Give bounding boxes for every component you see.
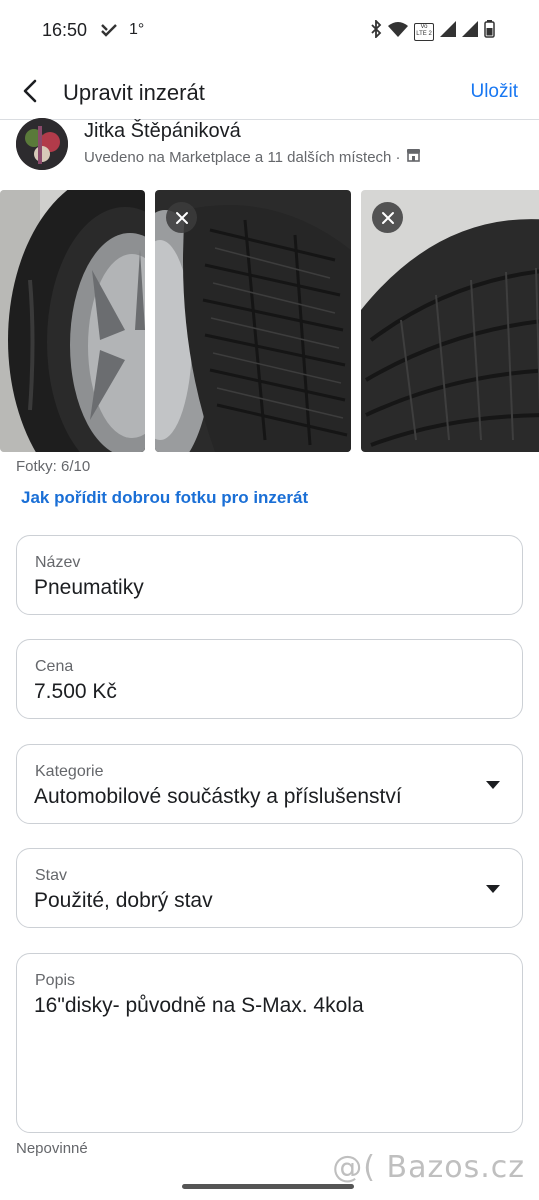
tire-photo-image xyxy=(0,190,145,452)
condition-value[interactable]: Použité, dobrý stav xyxy=(34,889,213,913)
listing-photo[interactable] xyxy=(0,190,145,452)
bluetooth-icon xyxy=(370,18,382,43)
optional-hint: Nepovinné xyxy=(16,1140,88,1157)
avatar-image xyxy=(16,118,68,170)
photo-carousel[interactable] xyxy=(0,190,539,452)
category-value[interactable]: Automobilové součástky a příslušenství xyxy=(34,785,402,809)
back-arrow-icon xyxy=(23,79,37,103)
seller-info: Jitka Štěpániková Uvedeno na Marketplace… xyxy=(16,118,536,172)
title-label: Název xyxy=(35,554,81,571)
app-header: Upravit inzerát Uložit xyxy=(0,62,539,120)
wifi-icon xyxy=(388,21,408,42)
price-input[interactable]: 7.500 Kč xyxy=(34,680,117,704)
category-select[interactable]: Kategorie Automobilové součástky a přísl… xyxy=(16,744,523,824)
dropdown-arrow-icon[interactable] xyxy=(486,781,500,789)
volte-label: Vo LTE 2 xyxy=(416,23,432,37)
seller-name: Jitka Štěpániková xyxy=(84,120,241,142)
cell-signal-icon xyxy=(462,21,478,42)
title-field[interactable]: Název Pneumatiky xyxy=(16,535,523,615)
battery-icon xyxy=(484,20,495,43)
volte-icon: Vo LTE 2 xyxy=(414,22,434,41)
status-time: 16:50 xyxy=(42,20,88,40)
page-title: Upravit inzerát xyxy=(63,80,205,105)
status-temperature: 1° xyxy=(129,21,145,38)
listing-photo[interactable] xyxy=(361,190,539,452)
marketplace-store-icon xyxy=(406,148,421,166)
price-field[interactable]: Cena 7.500 Kč xyxy=(16,639,523,719)
condition-label: Stav xyxy=(35,867,68,884)
back-button[interactable] xyxy=(16,76,46,106)
category-label: Kategorie xyxy=(35,763,104,780)
photo-count: Fotky: 6/10 xyxy=(16,458,91,475)
watermark: @( Bazos.cz xyxy=(332,1150,525,1185)
status-bar: 16:50 1° Vo LTE 2 xyxy=(0,0,539,62)
close-icon xyxy=(381,211,394,224)
cell-signal-icon xyxy=(440,21,456,42)
condition-select[interactable]: Stav Použité, dobrý stav xyxy=(16,848,523,928)
photo-help-link[interactable]: Jak pořídit dobrou fotku pro inzerát xyxy=(21,488,308,508)
description-field[interactable]: Popis 16"disky- původně na S-Max. 4kola xyxy=(16,953,523,1133)
listing-photo[interactable] xyxy=(155,190,351,452)
save-button[interactable]: Uložit xyxy=(470,81,518,103)
signal-app-icon xyxy=(100,22,118,43)
home-indicator[interactable] xyxy=(182,1184,354,1189)
title-input[interactable]: Pneumatiky xyxy=(34,576,144,600)
description-label: Popis xyxy=(35,972,76,989)
remove-photo-button[interactable] xyxy=(166,202,197,233)
description-textarea[interactable]: 16"disky- původně na S-Max. 4kola xyxy=(34,994,364,1018)
remove-photo-button[interactable] xyxy=(372,202,403,233)
price-label: Cena xyxy=(35,658,74,675)
dropdown-arrow-icon[interactable] xyxy=(486,885,500,893)
avatar[interactable] xyxy=(16,118,68,170)
close-icon xyxy=(175,211,188,224)
status-icons: Vo LTE 2 xyxy=(370,18,495,43)
seller-listed-info: Uvedeno na Marketplace a 11 dalších míst… xyxy=(84,148,421,166)
seller-listed-text: Uvedeno na Marketplace a 11 dalších míst… xyxy=(84,148,401,166)
